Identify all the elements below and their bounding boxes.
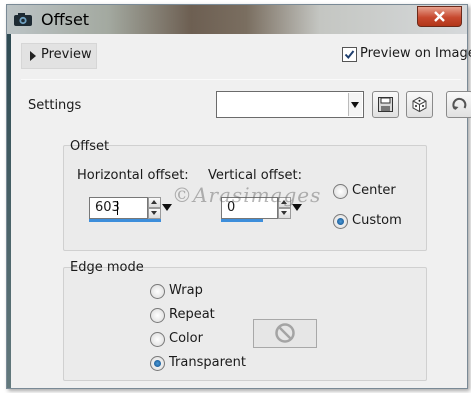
arrow-down-icon[interactable]	[278, 208, 291, 219]
transparent-radio-label: Transparent	[169, 355, 246, 370]
title-bar[interactable]: Offset	[7, 5, 467, 34]
close-button[interactable]	[417, 6, 462, 27]
vertical-offset-slider-bar[interactable]	[221, 219, 263, 222]
preview-toggle-button[interactable]: Preview	[21, 43, 97, 69]
settings-row: Settings	[21, 79, 471, 118]
horizontal-offset-stepper[interactable]	[148, 197, 161, 219]
arrow-down-icon[interactable]	[148, 208, 161, 219]
preview-button-label: Preview	[41, 47, 92, 62]
radio-selected-icon[interactable]	[333, 214, 348, 229]
horizontal-offset-input[interactable]: 603	[89, 197, 148, 219]
window-title: Offset	[41, 10, 90, 29]
radio-unselected-icon[interactable]	[150, 284, 165, 299]
offset-dialog: Offset Preview Preview on Image Settings	[6, 4, 471, 389]
vertical-offset-label: Vertical offset:	[208, 168, 302, 183]
preview-on-image-label: Preview on Image	[360, 46, 471, 61]
radio-selected-icon[interactable]	[150, 356, 165, 371]
horizontal-offset-spinner: 603	[89, 197, 175, 223]
radio-unselected-icon[interactable]	[333, 184, 348, 199]
edge-color-swatch[interactable]	[253, 319, 317, 348]
edge-mode-group: Edge mode Wrap Repeat Color Transparent	[63, 260, 427, 381]
repeat-radio-label: Repeat	[169, 307, 215, 322]
center-radio-label: Center	[352, 183, 396, 198]
reset-button[interactable]	[446, 91, 471, 118]
no-color-icon	[275, 323, 295, 343]
close-icon	[434, 11, 445, 22]
window-left-edge	[7, 34, 11, 388]
chevron-down-icon	[351, 102, 359, 108]
arrow-up-icon[interactable]	[148, 197, 161, 208]
preview-row: Preview Preview on Image	[21, 43, 471, 69]
horizontal-offset-dropdown-icon[interactable]	[162, 204, 172, 211]
radio-unselected-icon[interactable]	[150, 308, 165, 323]
camera-icon	[13, 12, 33, 27]
radio-unselected-icon[interactable]	[150, 332, 165, 347]
checkbox-checked-icon[interactable]	[342, 47, 357, 62]
save-preset-button[interactable]	[372, 91, 399, 118]
dropdown-arrow[interactable]	[348, 93, 362, 116]
offset-group-title: Offset	[70, 139, 110, 154]
watermark-text: ©Arasimages	[172, 183, 322, 207]
randomize-button[interactable]	[406, 91, 433, 118]
triangle-right-icon	[30, 51, 36, 61]
preset-dropdown[interactable]	[216, 91, 364, 118]
save-disk-icon	[378, 97, 393, 112]
reset-icon	[452, 97, 467, 110]
dice-icon	[412, 96, 427, 113]
settings-label: Settings	[28, 98, 82, 113]
wrap-radio-label: Wrap	[169, 283, 203, 298]
custom-radio-label: Custom	[352, 213, 402, 228]
horizontal-offset-label: Horizontal offset:	[77, 168, 189, 183]
edge-mode-group-title: Edge mode	[70, 260, 144, 275]
horizontal-offset-slider-bar[interactable]	[89, 219, 161, 222]
text-caret	[117, 201, 118, 215]
color-radio-label: Color	[169, 331, 203, 346]
